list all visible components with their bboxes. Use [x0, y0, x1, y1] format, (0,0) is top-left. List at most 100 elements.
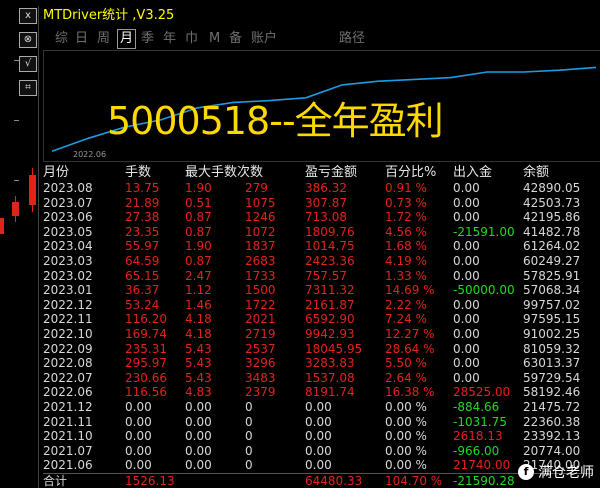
- cell-io: 0.00: [453, 356, 480, 371]
- window-title: MTDriver统计 ,V3.25: [43, 8, 175, 23]
- cell-bal: 21475.72: [523, 399, 581, 414]
- cell-max: 0.87: [185, 210, 212, 225]
- cell-max: 1.90: [185, 181, 212, 195]
- cell-io: 0.00: [453, 326, 480, 341]
- tab-currency[interactable]: 巾: [185, 30, 198, 48]
- table-row[interactable]: 2022.08 295.97 5.43 3296 3283.83 5.50 % 0.00 63…: [43, 356, 593, 371]
- cell-month: 2022.06: [43, 385, 93, 400]
- cell-month: 2023.01: [43, 283, 93, 298]
- cell-pct: 4.19 %: [385, 253, 427, 268]
- tab-year[interactable]: 年: [163, 30, 176, 48]
- cell-io: 0.00: [453, 341, 480, 356]
- tab-quarter[interactable]: 季: [141, 30, 154, 48]
- cell-count: 279: [245, 181, 268, 195]
- table-row[interactable]: 2023.05 23.35 0.87 1072 1809.76 4.56 % -21591.…: [43, 225, 593, 240]
- close-button[interactable]: x: [19, 8, 37, 24]
- cell-count: 2537: [245, 341, 276, 356]
- cell-month: 2021.10: [43, 429, 93, 444]
- cell-bal: 22360.38: [523, 414, 581, 429]
- table-row[interactable]: 2023.06 27.38 0.87 1246 713.08 1.72 % 0.00 4219…: [43, 210, 593, 225]
- cell-pl: 9942.93: [305, 326, 355, 341]
- monthly-stats-table: 月份 手数 最大手数次数 盈亏金额 百分比% 出入金 余额 2023.08 13.…: [43, 164, 593, 488]
- cell-hands: 21.89: [125, 195, 160, 210]
- table-row[interactable]: 2022.12 53.24 1.46 1722 2161.87 2.22 % 0.00 997…: [43, 298, 593, 313]
- table-row[interactable]: 2023.02 65.15 2.47 1733 757.57 1.33 % 0.00 5782…: [43, 269, 593, 284]
- cell-max: 0.00: [185, 458, 212, 473]
- cell-pl: 1809.76: [305, 224, 355, 239]
- cell-max: 5.43: [185, 356, 212, 371]
- header-count: 次数: [237, 165, 264, 180]
- header-pl[interactable]: 盈亏金额: [305, 164, 385, 181]
- pin-button[interactable]: ⊗: [19, 32, 37, 48]
- table-row[interactable]: 2021.06 0.00 0.00 0 0.00 0.00 % 21740.00 21740.…: [43, 458, 593, 473]
- tab-summary[interactable]: 综: [55, 30, 68, 48]
- cell-hands: 13.75: [125, 181, 160, 195]
- tab-week[interactable]: 周: [97, 30, 110, 48]
- cell-max: 0.87: [185, 224, 212, 239]
- cell-hands: 64.59: [125, 253, 160, 268]
- cell-hands: 116.56: [125, 385, 167, 400]
- tab-day[interactable]: 日: [75, 30, 88, 48]
- tab-account[interactable]: 账户: [251, 30, 277, 48]
- header-max-count[interactable]: 最大手数次数: [185, 164, 305, 181]
- table-row[interactable]: 2023.08 13.75 1.90 279 386.32 0.91 % 0.00 42890…: [43, 181, 593, 196]
- header-hands[interactable]: 手数: [125, 164, 185, 181]
- header-balance[interactable]: 余额: [523, 164, 593, 181]
- title-bar: MTDriver统计 ,V3.25: [39, 6, 600, 26]
- table-header-row: 月份 手数 最大手数次数 盈亏金额 百分比% 出入金 余额: [43, 164, 593, 181]
- cell-month: 2023.03: [43, 253, 93, 268]
- table-row[interactable]: 2022.10 169.74 4.18 2719 9942.93 12.27 % 0.00 9…: [43, 327, 593, 342]
- header-month[interactable]: 月份: [43, 164, 125, 181]
- table-row[interactable]: 2021.10 0.00 0.00 0 0.00 0.00 % 2618.13 23392.1…: [43, 429, 593, 444]
- table-row[interactable]: 2022.09 235.31 5.43 2537 18045.95 28.64 % 0.00…: [43, 342, 593, 357]
- table-row[interactable]: 2023.03 64.59 0.87 2683 2423.36 4.19 % 0.00 602…: [43, 254, 593, 269]
- cell-bal: 61264.02: [523, 239, 581, 254]
- table-row[interactable]: 2021.11 0.00 0.00 0 0.00 0.00 % -1031.75 22360.…: [43, 415, 593, 430]
- cell-max: 0.00: [185, 429, 212, 444]
- cell-bal: 42890.05: [523, 181, 581, 195]
- cell-bal: 23392.13: [523, 429, 581, 444]
- table-row[interactable]: 2021.07 0.00 0.00 0 0.00 0.00 % -966.00 20774.0…: [43, 444, 593, 459]
- cell-month: 2023.04: [43, 239, 93, 254]
- table-row[interactable]: 2021.12 0.00 0.00 0 0.00 0.00 % -884.66 21475.7…: [43, 400, 593, 415]
- table-row[interactable]: 2022.11 116.20 4.18 2021 6592.90 7.24 % 0.00 97…: [43, 312, 593, 327]
- table-row[interactable]: 2023.01 36.37 1.12 1500 7311.32 14.69 % -50000…: [43, 283, 593, 298]
- header-pct[interactable]: 百分比%: [385, 164, 453, 181]
- table-row[interactable]: 2022.06 116.56 4.83 2379 8191.74 16.38 % 28525…: [43, 385, 593, 400]
- cell-pct: 0.00 %: [385, 414, 427, 429]
- cell-pct: 28.64 %: [385, 341, 435, 356]
- cell-io: 0.00: [453, 312, 480, 327]
- cell-hands: 23.35: [125, 224, 160, 239]
- cell-pct: 4.56 %: [385, 224, 427, 239]
- grid-button[interactable]: ⌗: [19, 80, 37, 96]
- cell-max: 0.00: [185, 414, 212, 429]
- cell-count: 2021: [245, 312, 276, 327]
- tab-magic[interactable]: M: [209, 30, 220, 48]
- cell-hands: 230.66: [125, 370, 167, 385]
- watermark: f 满仓老师: [518, 462, 594, 482]
- table-row[interactable]: 2023.07 21.89 0.51 1075 307.87 0.73 % 0.00 4250…: [43, 196, 593, 211]
- cell-month: 2023.05: [43, 224, 93, 239]
- check-button[interactable]: √: [19, 56, 37, 72]
- cell-hands: 27.38: [125, 210, 160, 225]
- cell-pct: 0.73 %: [385, 195, 427, 210]
- cell-count: 0: [245, 399, 253, 414]
- total-pct: 104.70 %: [385, 472, 453, 488]
- tab-month[interactable]: 月: [117, 29, 137, 49]
- cell-pct: 0.91 %: [385, 181, 427, 195]
- candle: [0, 218, 4, 234]
- header-io[interactable]: 出入金: [453, 164, 523, 181]
- tab-path[interactable]: 路径: [339, 30, 365, 48]
- table-row[interactable]: 2023.04 55.97 1.90 1837 1014.75 1.68 % 0.00 612…: [43, 239, 593, 254]
- cell-bal: 63013.37: [523, 356, 581, 371]
- cell-bal: 41482.78: [523, 224, 581, 239]
- cell-hands: 0.00: [125, 399, 152, 414]
- cell-bal: 91002.25: [523, 326, 581, 341]
- tab-note[interactable]: 备: [229, 30, 242, 48]
- cell-month: 2023.06: [43, 210, 93, 225]
- cell-pct: 1.33 %: [385, 268, 427, 283]
- table-row[interactable]: 2022.07 230.66 5.43 3483 1537.08 2.64 % 0.00 59…: [43, 371, 593, 386]
- cell-count: 0: [245, 443, 253, 458]
- cell-pl: 0.00: [305, 443, 332, 458]
- cell-pl: 1014.75: [305, 239, 355, 254]
